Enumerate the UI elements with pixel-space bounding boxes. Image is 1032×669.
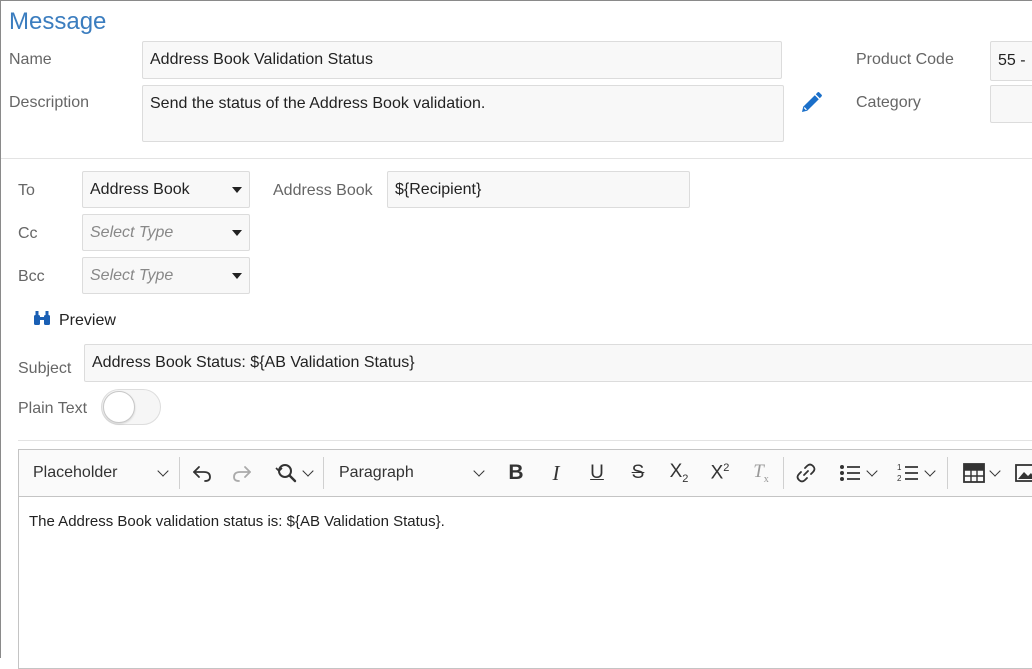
insert-table-button[interactable] [955, 450, 1007, 496]
cc-label: Cc [18, 225, 38, 242]
numbered-list-icon: 12 [896, 462, 920, 484]
to-type-select[interactable]: Address Book [82, 171, 250, 208]
placeholder-dropdown-label: Placeholder [33, 464, 118, 481]
category-field[interactable] [990, 85, 1032, 123]
bcc-label: Bcc [18, 268, 45, 285]
editor-divider [18, 440, 1032, 441]
address-book-label: Address Book [273, 182, 373, 199]
placeholder-dropdown[interactable]: Placeholder [25, 450, 175, 496]
chevron-down-icon [473, 465, 485, 477]
chevron-down-icon [924, 465, 936, 477]
numbered-list-button[interactable]: 12 [889, 450, 941, 496]
cc-type-placeholder: Select Type [90, 223, 174, 241]
edit-pencil-icon[interactable] [799, 91, 823, 120]
section-divider [1, 158, 1032, 159]
subscript-button[interactable]: X2 [662, 450, 696, 496]
strikethrough-icon: S [631, 462, 645, 483]
name-field[interactable]: Address Book Validation Status [142, 41, 782, 79]
to-type-value: Address Book [90, 180, 190, 198]
find-replace-icon [274, 461, 298, 485]
underline-icon: U [590, 462, 604, 483]
toolbar-separator [179, 457, 180, 489]
strikethrough-button[interactable]: S [621, 450, 655, 496]
editor-toolbar: Placeholder Paragraph B I U S X2 X2 Tx 1… [19, 450, 1032, 497]
chevron-down-icon [232, 229, 242, 236]
image-icon [1015, 463, 1032, 483]
table-icon [963, 463, 985, 483]
clear-format-button[interactable]: Tx [744, 450, 778, 496]
svg-text:1: 1 [897, 463, 902, 472]
superscript-button[interactable]: X2 [703, 450, 737, 496]
chevron-down-icon [232, 186, 242, 193]
preview-button[interactable]: Preview [33, 310, 116, 331]
toggle-knob [103, 391, 135, 423]
undo-icon [191, 462, 213, 484]
subject-label: Subject [18, 360, 72, 377]
bulleted-list-icon [838, 462, 862, 484]
preview-label: Preview [59, 311, 116, 329]
italic-icon: I [552, 460, 560, 485]
bcc-type-select[interactable]: Select Type [82, 257, 250, 294]
name-label: Name [9, 51, 52, 68]
chevron-down-icon [989, 465, 1001, 477]
find-replace-button[interactable] [267, 450, 319, 496]
link-button[interactable] [789, 450, 823, 496]
heading-dropdown-label: Paragraph [339, 464, 414, 481]
underline-button[interactable]: U [580, 450, 614, 496]
toolbar-separator [783, 457, 784, 489]
subscript-icon: X2 [669, 461, 689, 485]
bold-icon: B [508, 461, 524, 484]
chevron-down-icon [232, 272, 242, 279]
link-icon [795, 462, 817, 484]
address-book-field[interactable]: ${Recipient} [387, 171, 690, 208]
bold-button[interactable]: B [499, 450, 533, 496]
redo-button[interactable] [225, 450, 259, 496]
chevron-down-icon [866, 465, 878, 477]
editor-content[interactable]: The Address Book validation status is: $… [29, 513, 445, 530]
bcc-type-placeholder: Select Type [90, 266, 174, 284]
toolbar-separator [323, 457, 324, 489]
description-label: Description [9, 94, 90, 111]
to-label: To [18, 182, 35, 199]
svg-text:2: 2 [897, 474, 902, 483]
description-field[interactable]: Send the status of the Address Book vali… [142, 85, 784, 142]
plain-text-toggle[interactable] [101, 389, 161, 425]
category-label: Category [856, 94, 921, 111]
product-code-label: Product Code [856, 51, 954, 68]
chevron-down-icon [302, 465, 314, 477]
superscript-icon: X2 [710, 461, 730, 484]
chevron-down-icon [157, 465, 169, 477]
subject-field[interactable]: Address Book Status: ${AB Validation Sta… [84, 344, 1032, 382]
page-title: Message [9, 8, 107, 35]
toolbar-separator [947, 457, 948, 489]
heading-dropdown[interactable]: Paragraph [331, 450, 491, 496]
clear-format-icon: Tx [753, 461, 769, 485]
bulleted-list-button[interactable] [831, 450, 883, 496]
plain-text-label: Plain Text [18, 400, 88, 417]
product-code-field[interactable]: 55 - [990, 41, 1032, 81]
redo-icon [231, 462, 253, 484]
cc-type-select[interactable]: Select Type [82, 214, 250, 251]
italic-button[interactable]: I [539, 450, 573, 496]
binoculars-icon [33, 310, 51, 331]
rich-text-editor: Placeholder Paragraph B I U S X2 X2 Tx 1… [18, 449, 1032, 669]
insert-image-button[interactable] [1015, 450, 1032, 496]
undo-button[interactable] [185, 450, 219, 496]
